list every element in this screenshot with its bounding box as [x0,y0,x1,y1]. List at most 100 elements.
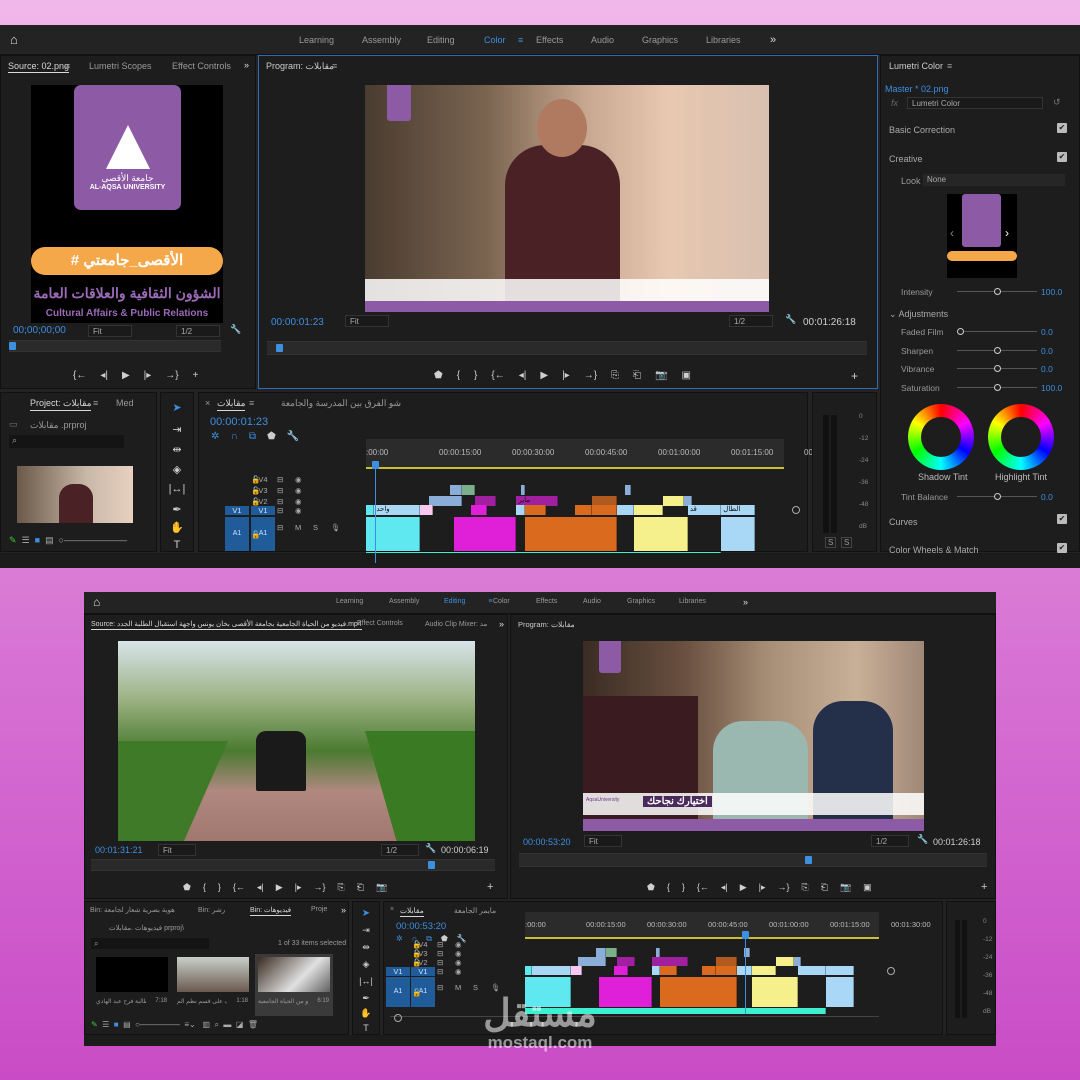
workspace-tab-effects[interactable]: Effects [536,35,563,45]
freeform-view-icon[interactable]: ▤ [123,1020,131,1029]
timeline-tracks[interactable]: :00:00 00:00:15:00 00:00:30:00 00:00:45:00 0… [384,902,944,1036]
playhead[interactable] [805,856,812,864]
type-tool[interactable]: T [353,1023,379,1033]
audio-clip[interactable] [633,517,688,551]
automate-icon[interactable]: ▥ [202,1020,210,1029]
source-timecode[interactable]: 00;00;00;00 [13,325,66,336]
video-clip[interactable] [606,948,618,957]
timeline-tracks[interactable]: :00:00 00:00:15:00 00:00:30:00 00:00:45:00 0… [199,393,818,568]
add-button-icon[interactable]: + [981,881,987,893]
ripple-edit-tool[interactable]: ⇹ [161,443,193,456]
menu-icon[interactable]: ≡ [93,398,98,408]
track-name-v1[interactable]: V1 [411,967,435,976]
audio-clip[interactable] [659,977,738,1007]
solo-right[interactable]: S [841,537,853,548]
list-view-icon[interactable]: ☰ [102,1020,109,1029]
shadow-tint-wheel[interactable] [908,404,974,470]
curves-checkbox[interactable]: ✔ [1057,514,1067,524]
play-icon[interactable]: ▶ [740,882,747,893]
slider-value[interactable]: 0.0 [1041,327,1053,337]
lift-icon[interactable]: ⎘ [611,370,619,381]
video-clip[interactable] [652,966,660,975]
program-scrubber[interactable] [519,853,987,867]
slider-knob[interactable] [994,493,1001,500]
new-item-icon[interactable]: ◪ [236,1020,244,1029]
workspace-tab-libraries[interactable]: Libraries [679,598,706,605]
selection-tool[interactable]: ➤ [161,401,193,414]
track-name-v3[interactable]: V3 [411,949,435,958]
workspace-tab-color[interactable]: Color [484,35,506,45]
zoom-slider[interactable]: ○——————— [59,535,127,545]
tab-program[interactable]: Program: مقابلات [518,620,575,629]
video-clip[interactable] [613,966,628,975]
basic-correction-section[interactable]: Basic Correction [889,125,1069,135]
mic-icon[interactable]: 🎙 [491,983,501,992]
tab-bin-videos[interactable]: Bin: فيديوهات [250,906,292,916]
mark-in-icon[interactable]: { [667,882,670,893]
tab-effect-controls[interactable]: Effect Controls [172,61,231,71]
workspace-tab-learning[interactable]: Learning [299,35,334,45]
video-clip[interactable] [797,966,826,975]
lock-icon[interactable]: 🔓 [412,988,421,997]
video-clip[interactable] [633,505,663,515]
search-input[interactable]: ⌕ [91,938,209,949]
mark-in-icon[interactable]: { [203,882,206,893]
tab-program[interactable]: Program: مقابلات [266,61,334,72]
fit-select[interactable]: Fit [584,835,622,847]
eye-icon[interactable]: ◉ [295,497,302,506]
mark-out-icon[interactable]: } [218,882,221,893]
timeline-playhead[interactable] [742,931,749,939]
tab-media[interactable]: Med [116,398,134,408]
slider-knob[interactable] [994,346,1001,354]
workspace-tab-graphics[interactable]: Graphics [627,598,655,605]
sync-lock-icon[interactable]: ⊟ [437,983,443,992]
timeline-playhead[interactable] [372,461,379,469]
step-back-icon[interactable]: ◂| [100,370,108,381]
video-clip[interactable] [428,496,463,506]
workspace-tab-audio[interactable]: Audio [583,598,601,605]
play-icon[interactable]: ▶ [122,370,130,381]
overwrite-icon[interactable]: ⎗ [357,882,364,893]
step-back-icon[interactable]: ◂| [721,882,728,893]
home-icon[interactable]: ⌂ [93,595,100,609]
video-clip[interactable]: قد [687,505,722,515]
tint-balance-slider[interactable] [957,493,1037,500]
track-name-v1[interactable]: V1 [251,506,275,515]
eye-icon[interactable]: ◉ [455,949,462,958]
highlight-tint-wheel[interactable] [988,404,1054,470]
find-icon[interactable]: ⌕ [214,1020,218,1029]
video-clip[interactable] [794,957,802,966]
bin-item[interactable]: 6:19 فيديو من الحياة الجامعية... [255,954,333,1016]
zoom-handle-left[interactable] [394,1014,402,1022]
tab-project[interactable]: Proje [311,906,327,913]
list-view-icon[interactable]: ☰ [22,535,30,545]
audio-clip[interactable] [721,517,755,551]
menu-icon[interactable]: ≡ [332,61,337,71]
video-clip[interactable] [662,496,684,506]
marker-icon[interactable]: ⬟ [183,882,191,893]
work-area-bar[interactable] [366,467,784,469]
go-to-out-icon[interactable]: →} [165,370,178,381]
eye-icon[interactable]: ◉ [295,486,302,495]
slider-faded-film[interactable] [957,328,1037,335]
more-workspaces-icon[interactable]: » [743,597,748,607]
video-clip[interactable] [470,505,488,515]
zoom-slider[interactable]: ○————— [135,1020,180,1029]
wrench-icon[interactable]: 🔧 [785,314,796,325]
slider-saturation[interactable] [957,383,1037,391]
solo-left[interactable]: S [825,537,837,548]
effect-select[interactable]: Lumetri Color [907,97,1043,109]
workspace-tab-graphics[interactable]: Graphics [642,35,678,45]
program-timecode[interactable]: 00:00:01:23 [271,317,324,328]
workspace-tab-libraries[interactable]: Libraries [706,35,741,45]
track-name-v3[interactable]: V3 [251,486,275,495]
tab-bin-2[interactable]: Bin: رشر [198,906,225,914]
track-select-tool[interactable]: ⇥ [353,925,379,936]
tab-effect-controls[interactable]: Effect Controls [357,620,403,627]
bin-item[interactable]: 1:18 تعرف على قسم نظم الم... [174,954,252,1016]
resolution-select[interactable]: 1/2 [381,844,419,856]
camera-icon[interactable]: 📷 [840,882,851,893]
mark-out-icon[interactable]: } [474,370,477,381]
menu-icon[interactable]: ≡ [65,61,70,71]
insert-icon[interactable]: ⎘ [338,882,345,893]
